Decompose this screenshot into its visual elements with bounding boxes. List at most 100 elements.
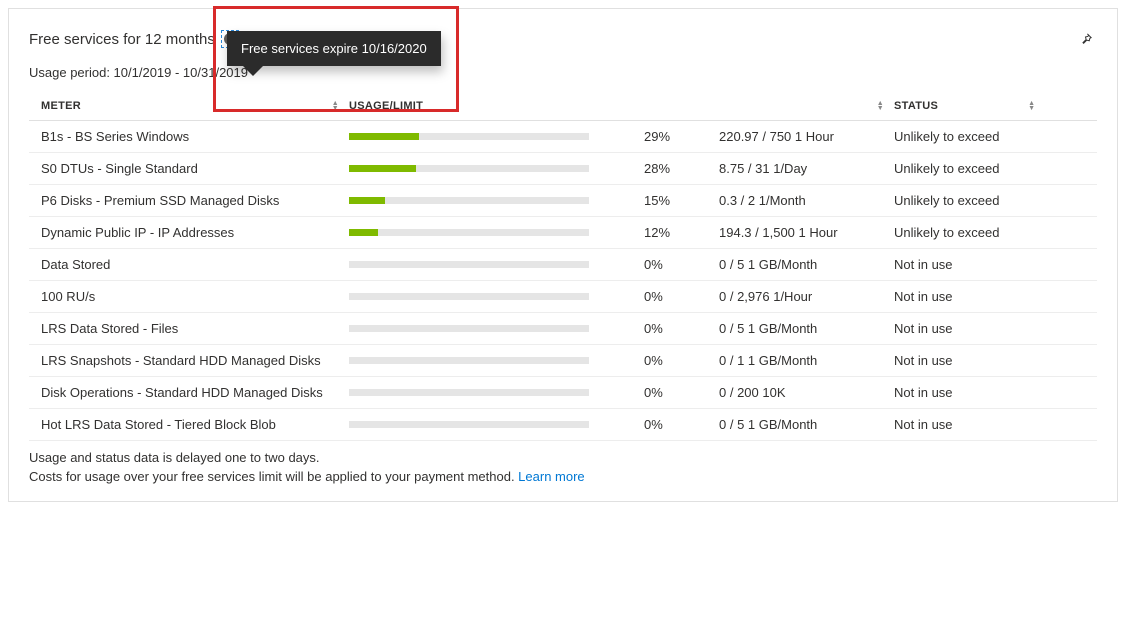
- table-row[interactable]: B1s - BS Series Windows 29%220.97 / 750 1…: [29, 121, 1097, 153]
- cell-status: Not in use: [894, 353, 1064, 368]
- cell-pct: 0%: [644, 257, 719, 272]
- info-tooltip-text: Free services expire 10/16/2020: [241, 41, 427, 56]
- cell-limit: 0 / 2,976 1/Hour: [719, 289, 894, 304]
- sort-icon: ▲▼: [332, 101, 339, 111]
- col-header-usage-label: Usage/Limit: [349, 100, 423, 112]
- cell-meter: B1s - BS Series Windows: [41, 129, 349, 144]
- cell-meter: Hot LRS Data Stored - Tiered Block Blob: [41, 417, 349, 432]
- progress-track: [349, 165, 589, 172]
- sort-icon: ▲▼: [1028, 101, 1035, 111]
- col-header-meter-label: Meter: [41, 100, 81, 112]
- cell-status: Not in use: [894, 321, 1064, 336]
- cell-pct: 0%: [644, 353, 719, 368]
- pin-icon: [1078, 32, 1093, 47]
- free-services-card: Free services expire 10/16/2020 Free ser…: [8, 8, 1118, 502]
- table-header-row: Meter ▲▼ Usage/Limit ▲▼ Status ▲▼: [29, 92, 1097, 121]
- progress-track: [349, 357, 589, 364]
- cell-usage-bar: [349, 357, 644, 364]
- progress-track: [349, 261, 589, 268]
- cell-meter: LRS Data Stored - Files: [41, 321, 349, 336]
- cell-status: Not in use: [894, 385, 1064, 400]
- cell-limit: 0.3 / 2 1/Month: [719, 193, 894, 208]
- cell-status: Unlikely to exceed: [894, 129, 1064, 144]
- cell-limit: 220.97 / 750 1 Hour: [719, 129, 894, 144]
- cell-status: Unlikely to exceed: [894, 193, 1064, 208]
- cell-usage-bar: [349, 197, 644, 204]
- col-header-usage[interactable]: Usage/Limit: [349, 100, 644, 112]
- usage-period-text: Usage period: 10/1/2019 - 10/31/2019: [29, 65, 1097, 80]
- cell-pct: 0%: [644, 321, 719, 336]
- info-tooltip: Free services expire 10/16/2020: [227, 31, 441, 66]
- cell-meter: P6 Disks - Premium SSD Managed Disks: [41, 193, 349, 208]
- table-row[interactable]: P6 Disks - Premium SSD Managed Disks 15%0…: [29, 185, 1097, 217]
- cell-usage-bar: [349, 229, 644, 236]
- cell-limit: 0 / 1 1 GB/Month: [719, 353, 894, 368]
- progress-track: [349, 229, 589, 236]
- footer-line2: Costs for usage over your free services …: [29, 469, 518, 484]
- progress-track: [349, 133, 589, 140]
- cell-limit: 0 / 5 1 GB/Month: [719, 321, 894, 336]
- cell-meter: LRS Snapshots - Standard HDD Managed Dis…: [41, 353, 349, 368]
- footer-line2-wrap: Costs for usage over your free services …: [29, 468, 1097, 487]
- usage-table: Meter ▲▼ Usage/Limit ▲▼ Status ▲▼ B1s - …: [29, 92, 1097, 441]
- cell-pct: 12%: [644, 225, 719, 240]
- cell-status: Unlikely to exceed: [894, 161, 1064, 176]
- cell-pct: 15%: [644, 193, 719, 208]
- progress-fill: [349, 229, 378, 236]
- col-header-status-label: Status: [894, 100, 938, 112]
- footer-line1: Usage and status data is delayed one to …: [29, 449, 1097, 468]
- progress-fill: [349, 133, 419, 140]
- col-header-status[interactable]: Status ▲▼: [894, 100, 1064, 112]
- cell-meter: Data Stored: [41, 257, 349, 272]
- cell-pct: 0%: [644, 417, 719, 432]
- table-row[interactable]: S0 DTUs - Single Standard 28%8.75 / 31 1/…: [29, 153, 1097, 185]
- table-row[interactable]: 100 RU/s 0%0 / 2,976 1/HourNot in use: [29, 281, 1097, 313]
- cell-limit: 194.3 / 1,500 1 Hour: [719, 225, 894, 240]
- cell-usage-bar: [349, 325, 644, 332]
- cell-pct: 0%: [644, 385, 719, 400]
- card-title-left: Free services for 12 months i: [29, 30, 239, 48]
- cell-usage-bar: [349, 133, 644, 140]
- cell-status: Not in use: [894, 257, 1064, 272]
- progress-fill: [349, 197, 385, 204]
- card-title-row: Free services for 12 months i: [29, 27, 1097, 51]
- table-row[interactable]: Hot LRS Data Stored - Tiered Block Blob 0…: [29, 409, 1097, 441]
- col-header-limit[interactable]: ▲▼: [719, 101, 894, 111]
- table-row[interactable]: Disk Operations - Standard HDD Managed D…: [29, 377, 1097, 409]
- cell-pct: 28%: [644, 161, 719, 176]
- cell-usage-bar: [349, 261, 644, 268]
- cell-usage-bar: [349, 389, 644, 396]
- cell-status: Unlikely to exceed: [894, 225, 1064, 240]
- cell-usage-bar: [349, 165, 644, 172]
- col-header-meter[interactable]: Meter ▲▼: [41, 100, 349, 112]
- progress-fill: [349, 165, 416, 172]
- cell-pct: 0%: [644, 289, 719, 304]
- pin-button[interactable]: [1073, 27, 1097, 51]
- card-title: Free services for 12 months: [29, 31, 215, 48]
- cell-status: Not in use: [894, 417, 1064, 432]
- progress-track: [349, 197, 589, 204]
- table-row[interactable]: Dynamic Public IP - IP Addresses 12%194.3…: [29, 217, 1097, 249]
- cell-usage-bar: [349, 293, 644, 300]
- progress-track: [349, 293, 589, 300]
- footer-notes: Usage and status data is delayed one to …: [29, 449, 1097, 487]
- cell-limit: 8.75 / 31 1/Day: [719, 161, 894, 176]
- progress-track: [349, 421, 589, 428]
- table-row[interactable]: LRS Snapshots - Standard HDD Managed Dis…: [29, 345, 1097, 377]
- cell-meter: S0 DTUs - Single Standard: [41, 161, 349, 176]
- cell-meter: Disk Operations - Standard HDD Managed D…: [41, 385, 349, 400]
- cell-status: Not in use: [894, 289, 1064, 304]
- progress-track: [349, 325, 589, 332]
- cell-meter: 100 RU/s: [41, 289, 349, 304]
- cell-meter: Dynamic Public IP - IP Addresses: [41, 225, 349, 240]
- table-row[interactable]: Data Stored 0%0 / 5 1 GB/MonthNot in use: [29, 249, 1097, 281]
- cell-limit: 0 / 200 10K: [719, 385, 894, 400]
- cell-usage-bar: [349, 421, 644, 428]
- table-body[interactable]: B1s - BS Series Windows 29%220.97 / 750 1…: [29, 121, 1097, 441]
- progress-track: [349, 389, 589, 396]
- table-row[interactable]: LRS Data Stored - Files 0%0 / 5 1 GB/Mont…: [29, 313, 1097, 345]
- learn-more-link[interactable]: Learn more: [518, 469, 584, 484]
- cell-limit: 0 / 5 1 GB/Month: [719, 257, 894, 272]
- cell-limit: 0 / 5 1 GB/Month: [719, 417, 894, 432]
- cell-pct: 29%: [644, 129, 719, 144]
